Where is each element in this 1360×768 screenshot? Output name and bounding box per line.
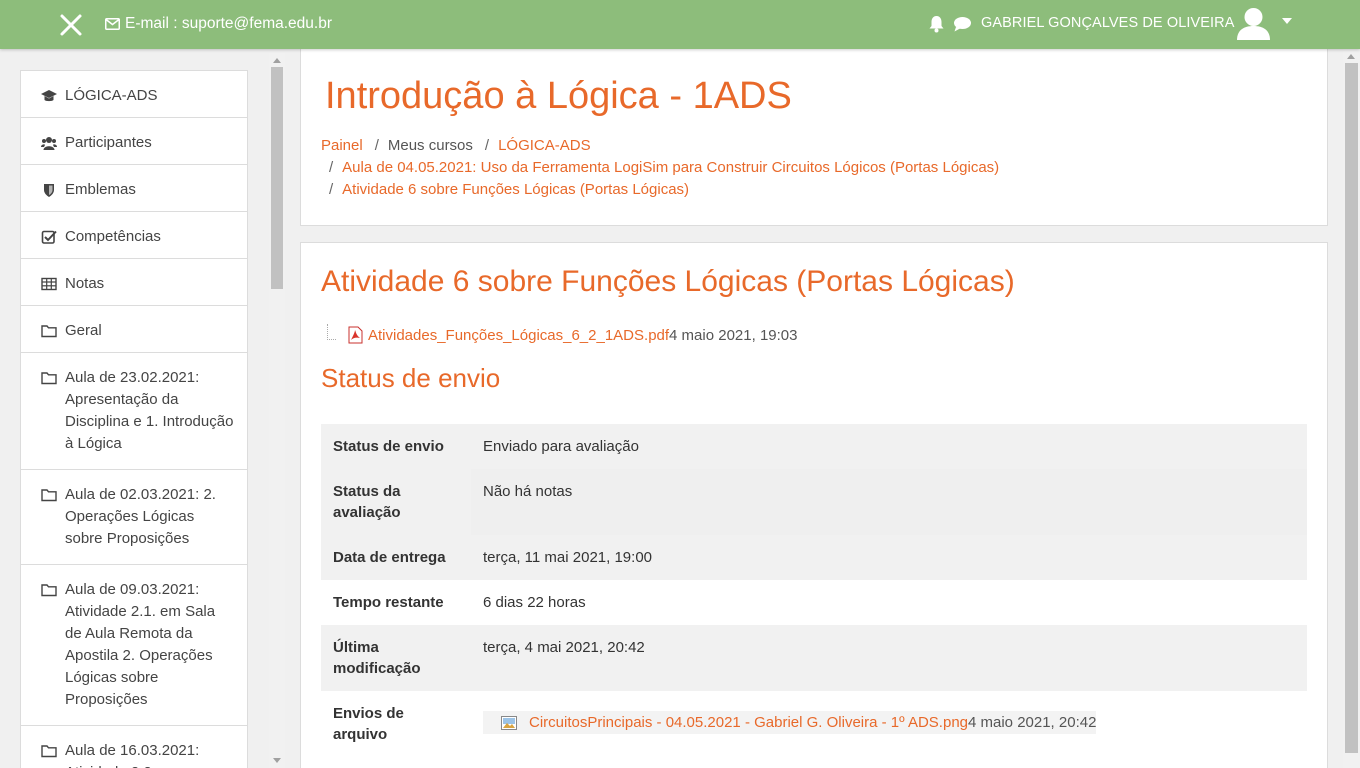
breadcrumb-separator: / (484, 137, 490, 154)
breadcrumb-separator: / (329, 181, 334, 198)
row-label: Envios de arquivo (321, 691, 471, 757)
table-row: Envios de arquivo CircuitosPrincipais - … (321, 691, 1307, 757)
attachment-date: 4 maio 2021, 19:03 (669, 326, 798, 344)
row-value: Não há notas (471, 469, 1307, 535)
course-sidebar: LÓGICA-ADS Participantes Emblemas Compet… (20, 70, 248, 768)
sidebar-item-label: LÓGICA-ADS (65, 87, 158, 104)
envelope-icon (105, 18, 120, 30)
pdf-icon (348, 326, 363, 344)
row-label-text: Envios de arquivo (333, 705, 404, 743)
sidebar-item-label: Geral (65, 322, 102, 339)
support-email-text: E-mail : suporte@fema.edu.br (125, 15, 332, 32)
folder-icon (41, 489, 57, 502)
sidebar-item-label: Aula de 23.02.2021: Apresentação da Disc… (65, 369, 234, 452)
table-icon (41, 277, 57, 291)
breadcrumb: Painel / Meus cursos / LÓGICA-ADS / Aula de 0… (321, 135, 999, 201)
chevron-down-icon[interactable] (1282, 18, 1292, 24)
scroll-up-arrow-icon[interactable] (1347, 54, 1355, 59)
shield-icon (44, 184, 54, 197)
sidebar-item-lesson[interactable]: Aula de 09.03.2021: Atividade 2.1. em Sa… (21, 565, 247, 726)
sidebar-item-lesson[interactable]: Aula de 02.03.2021: 2. Operações Lógicas… (21, 470, 247, 565)
submission-status-table: Status de envio Enviado para avaliação S… (321, 424, 1307, 757)
row-label: Tempo restante (333, 594, 444, 611)
submitted-file: CircuitosPrincipais - 04.05.2021 - Gabri… (483, 711, 1097, 734)
row-value: terça, 4 mai 2021, 20:42 (471, 625, 1307, 691)
sidebar-item-label: Notas (65, 275, 105, 292)
sidebar-item-label: Participantes (65, 134, 152, 151)
table-row: Tempo restante 6 dias 22 horas (321, 580, 1307, 625)
assignment-content: Atividade 6 sobre Funções Lógicas (Porta… (300, 242, 1328, 768)
sidebar-item-label: Competências (65, 228, 161, 245)
breadcrumb-my-courses: Meus cursos (387, 137, 473, 154)
row-label: Última modificação (321, 625, 471, 691)
row-label-text: Status da avaliação (333, 483, 401, 521)
attachment-link[interactable]: Atividades_Funções_Lógicas_6_2_1ADS.pdf (368, 327, 669, 344)
folder-icon (41, 745, 57, 758)
attachment-file: Atividades_Funções_Lógicas_6_2_1ADS.pdf … (327, 324, 798, 344)
close-icon[interactable] (58, 12, 84, 38)
breadcrumb-course[interactable]: LÓGICA-ADS (498, 137, 591, 154)
page-header: Introdução à Lógica - 1ADS Painel / Meus c… (300, 49, 1328, 226)
table-row: Status de envio Enviado para avaliação (321, 424, 1307, 469)
breadcrumb-separator: / (329, 159, 334, 176)
row-value: 6 dias 22 horas (483, 594, 586, 611)
folder-icon (41, 584, 57, 597)
breadcrumb-activity[interactable]: Atividade 6 sobre Funções Lógicas (Porta… (342, 181, 689, 198)
page-title: Introdução à Lógica - 1ADS (325, 75, 792, 117)
sidebar-item-lesson[interactable]: Aula de 16.03.2021: Atividade 2.2. em (21, 726, 247, 768)
check-square-icon (41, 230, 57, 244)
sidebar-item-participants[interactable]: Participantes (21, 118, 247, 165)
table-row: Última modificação terça, 4 mai 2021, 20… (321, 625, 1307, 691)
bell-icon[interactable] (928, 15, 945, 33)
sidebar-item-badges[interactable]: Emblemas (21, 165, 247, 212)
sidebar-item-label: Aula de 09.03.2021: Atividade 2.1. em Sa… (65, 581, 216, 708)
top-navbar: E-mail : suporte@fema.edu.br GABRIEL GON… (0, 0, 1360, 49)
page-scrollbar[interactable] (1343, 49, 1360, 768)
graduation-cap-icon (41, 90, 57, 102)
sidebar-item-general[interactable]: Geral (21, 306, 247, 353)
table-row: Data de entrega terça, 11 mai 2021, 19:0… (321, 535, 1307, 580)
user-name[interactable]: GABRIEL GONÇALVES DE OLIVEIRA (981, 15, 1235, 31)
table-row: Status da avaliação Não há notas (321, 469, 1307, 535)
sidebar-item-label: Aula de 16.03.2021: Atividade 2.2. em (65, 742, 200, 768)
scroll-up-arrow-icon[interactable] (273, 58, 281, 63)
breadcrumb-lesson[interactable]: Aula de 04.05.2021: Uso da Ferramenta Lo… (342, 159, 999, 176)
row-label: Status da avaliação (321, 469, 471, 535)
sidebar-item-course[interactable]: LÓGICA-ADS (21, 71, 247, 118)
sidebar-item-competencies[interactable]: Competências (21, 212, 247, 259)
sidebar-item-label: Aula de 02.03.2021: 2. Operações Lógicas… (65, 486, 216, 547)
sidebar-item-lesson[interactable]: Aula de 23.02.2021: Apresentação da Disc… (21, 353, 247, 470)
folder-icon (41, 372, 57, 385)
users-icon (41, 137, 57, 150)
support-email[interactable]: E-mail : suporte@fema.edu.br (105, 15, 332, 33)
image-file-icon (501, 715, 517, 730)
folder-icon (41, 325, 57, 338)
chat-bubble-icon[interactable] (953, 16, 972, 32)
submitted-file-link[interactable]: CircuitosPrincipais - 04.05.2021 - Gabri… (529, 712, 968, 733)
sidebar-item-grades[interactable]: Notas (21, 259, 247, 306)
sidebar-scrollbar-thumb[interactable] (271, 67, 283, 289)
submitted-file-date: 4 maio 2021, 20:42 (968, 714, 1097, 731)
breadcrumb-separator: / (374, 137, 379, 154)
tree-connector (327, 324, 336, 340)
row-value: CircuitosPrincipais - 04.05.2021 - Gabri… (471, 691, 1307, 757)
row-value: terça, 11 mai 2021, 19:00 (471, 535, 1307, 580)
sidebar-item-label: Emblemas (65, 181, 136, 198)
scroll-down-arrow-icon[interactable] (273, 758, 281, 763)
activity-title: Atividade 6 sobre Funções Lógicas (Porta… (321, 265, 1015, 298)
row-label: Status de envio (321, 424, 471, 469)
breadcrumb-dashboard[interactable]: Painel (321, 137, 363, 154)
avatar-icon[interactable] (1236, 6, 1271, 42)
page-scrollbar-thumb[interactable] (1345, 63, 1358, 753)
row-label-text: Última modificação (333, 639, 421, 677)
row-value: Enviado para avaliação (471, 424, 1307, 469)
sidebar-scrollbar[interactable] (269, 53, 285, 768)
status-heading: Status de envio (321, 363, 501, 393)
row-label: Data de entrega (321, 535, 471, 580)
